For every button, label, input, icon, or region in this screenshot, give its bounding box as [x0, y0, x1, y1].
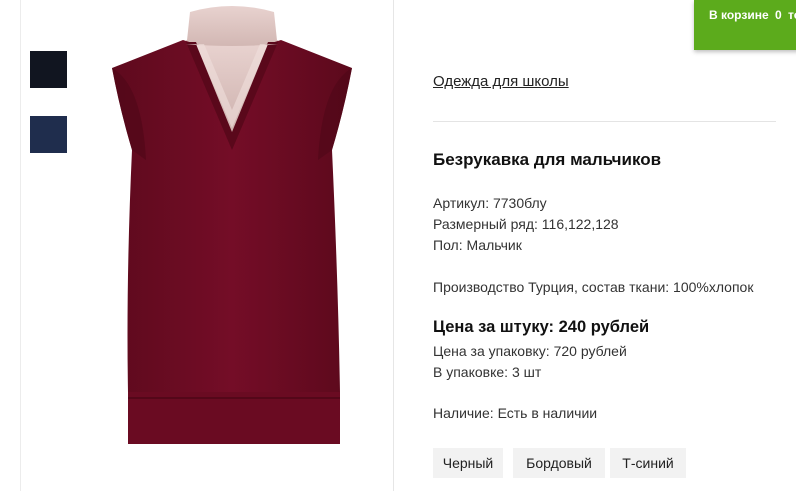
color-option-dark-blue[interactable]: Т-синий — [610, 448, 686, 478]
column-divider — [393, 0, 394, 491]
product-title: Безрукавка для мальчиков — [433, 150, 662, 169]
vest-hem — [128, 392, 340, 444]
price-per-pack: Цена за упаковку: 720 рублей — [433, 343, 627, 359]
product-gender: Пол: Мальчик — [433, 237, 522, 253]
product-image — [112, 6, 352, 444]
availability: Наличие: Есть в наличии — [433, 405, 598, 421]
price-per-item: Цена за штуку: 240 рублей — [433, 318, 650, 336]
cart-notice[interactable]: В корзине 0 то — [694, 0, 796, 50]
color-option-black[interactable]: Черный — [433, 448, 503, 478]
cart-count: 0 — [774, 8, 782, 22]
thumbnail-black[interactable] — [30, 51, 67, 88]
gallery-border — [20, 0, 21, 491]
thumbnail-navy[interactable] — [30, 116, 67, 153]
pack-quantity: В упаковке: 3 шт — [433, 364, 542, 380]
cart-prefix: В корзине — [709, 8, 769, 22]
color-option-burgundy[interactable]: Бордовый — [513, 448, 605, 478]
product-article: Артикул: 7730блу — [433, 195, 547, 211]
cart-suffix: то — [788, 8, 796, 22]
product-origin: Производство Турция, состав ткани: 100%х… — [433, 279, 754, 295]
header-divider — [433, 121, 776, 122]
category-link[interactable]: Одежда для школы — [433, 73, 569, 90]
product-size-range: Размерный ряд: 116,122,128 — [433, 216, 619, 232]
